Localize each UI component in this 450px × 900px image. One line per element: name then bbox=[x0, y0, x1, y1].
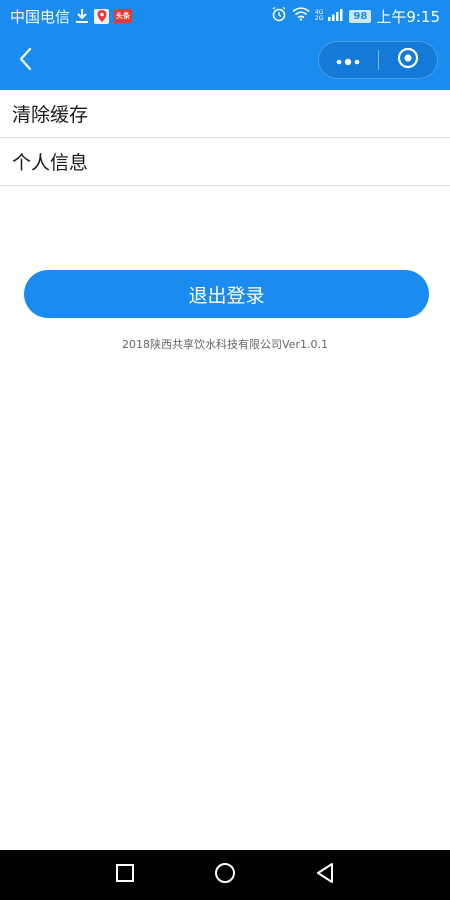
more-button[interactable] bbox=[319, 42, 378, 78]
carrier-name: 中国电信 bbox=[10, 7, 71, 26]
back-button[interactable] bbox=[12, 46, 38, 76]
close-program-button[interactable] bbox=[379, 42, 438, 78]
target-circle-icon bbox=[397, 47, 419, 73]
status-left: 中国电信 头条 bbox=[10, 6, 133, 27]
personal-info-label: 个人信息 bbox=[12, 152, 89, 174]
mini-program-capsule bbox=[318, 41, 438, 79]
map-pin-icon bbox=[94, 8, 110, 24]
alarm-icon bbox=[271, 6, 287, 26]
wifi-icon bbox=[292, 7, 310, 25]
status-time: 上午9:15 bbox=[376, 7, 440, 26]
download-icon bbox=[75, 8, 89, 24]
home-button[interactable] bbox=[205, 855, 245, 895]
nav-bar bbox=[0, 32, 450, 90]
circle-home-icon bbox=[214, 862, 236, 888]
triangle-back-icon bbox=[315, 862, 335, 888]
recent-apps-button[interactable] bbox=[105, 855, 145, 895]
news-app-icon: 头条 bbox=[114, 9, 133, 23]
status-bar: 中国电信 头条 4G 2G 98 上午9:15 bbox=[0, 0, 450, 32]
logout-button[interactable]: 退出登录 bbox=[24, 270, 429, 318]
clear-cache-label: 清除缓存 bbox=[12, 104, 89, 126]
signal-icon bbox=[328, 7, 344, 25]
square-recent-icon bbox=[115, 863, 135, 887]
version-info: 2018陕西共享饮水科技有限公司Ver1.0.1 bbox=[122, 338, 328, 351]
battery-indicator: 98 bbox=[349, 9, 372, 23]
clear-cache-item[interactable]: 清除缓存 bbox=[0, 90, 450, 138]
settings-menu: 清除缓存 个人信息 bbox=[0, 90, 450, 186]
system-back-button[interactable] bbox=[305, 855, 345, 895]
personal-info-item[interactable]: 个人信息 bbox=[0, 138, 450, 186]
chevron-left-icon bbox=[18, 47, 32, 75]
network-type-label: 4G 2G bbox=[314, 9, 324, 22]
more-dots-icon bbox=[335, 51, 361, 70]
system-nav-bar bbox=[0, 850, 450, 900]
status-right: 4G 2G 98 上午9:15 bbox=[271, 6, 440, 27]
